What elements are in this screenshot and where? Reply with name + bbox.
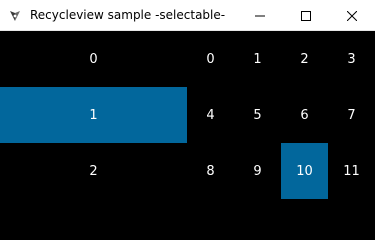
grid-item-label: 7 (347, 107, 356, 123)
minimize-button[interactable] (237, 0, 283, 31)
grid-item-label: 8 (206, 163, 215, 179)
list-item-label: 0 (89, 51, 98, 67)
list-item[interactable]: 2 (0, 143, 187, 199)
grid-item[interactable]: 0 (187, 31, 234, 87)
grid-item[interactable]: 8 (187, 143, 234, 199)
grid-item-label: 2 (300, 51, 309, 67)
maximize-button[interactable] (283, 0, 329, 31)
grid-item-label: 5 (253, 107, 262, 123)
close-icon (346, 6, 358, 25)
list-item-label: 2 (89, 163, 98, 179)
grid-item-selected[interactable]: 10 (281, 143, 328, 199)
list-item[interactable]: 0 (0, 31, 187, 87)
grid-item[interactable]: 7 (328, 87, 375, 143)
grid-item[interactable]: 2 (281, 31, 328, 87)
list-item-label: 1 (89, 107, 98, 123)
grid-item[interactable]: 5 (234, 87, 281, 143)
grid-item-label: 0 (206, 51, 215, 67)
minimize-icon (255, 6, 265, 25)
grid-item-label: 1 (253, 51, 262, 67)
title-bar[interactable]: Recycleview sample -selectable- (0, 0, 375, 31)
grid-item[interactable]: 9 (234, 143, 281, 199)
grid-item-label: 3 (347, 51, 356, 67)
recycleview-grid[interactable]: 0 1 2 3 4 5 6 7 8 9 10 11 (187, 31, 375, 206)
grid-item-label: 11 (343, 163, 360, 179)
recycleview-list[interactable]: 0 1 2 (0, 31, 187, 206)
grid-item[interactable]: 4 (187, 87, 234, 143)
grid-item-label: 9 (253, 163, 262, 179)
grid-item[interactable]: 11 (328, 143, 375, 199)
close-button[interactable] (329, 0, 375, 31)
grid-item[interactable]: 1 (234, 31, 281, 87)
grid-item-label: 4 (206, 107, 215, 123)
grid-item[interactable]: 6 (281, 87, 328, 143)
content-area: 0 1 2 0 1 2 3 4 5 6 7 8 9 10 11 (0, 31, 375, 206)
list-item-selected[interactable]: 1 (0, 87, 187, 143)
grid-item[interactable]: 3 (328, 31, 375, 87)
grid-item-label: 10 (296, 163, 313, 179)
window-title: Recycleview sample -selectable- (30, 8, 226, 22)
maximize-icon (301, 6, 311, 25)
grid-item-label: 6 (300, 107, 309, 123)
kivy-app-icon (8, 8, 22, 22)
